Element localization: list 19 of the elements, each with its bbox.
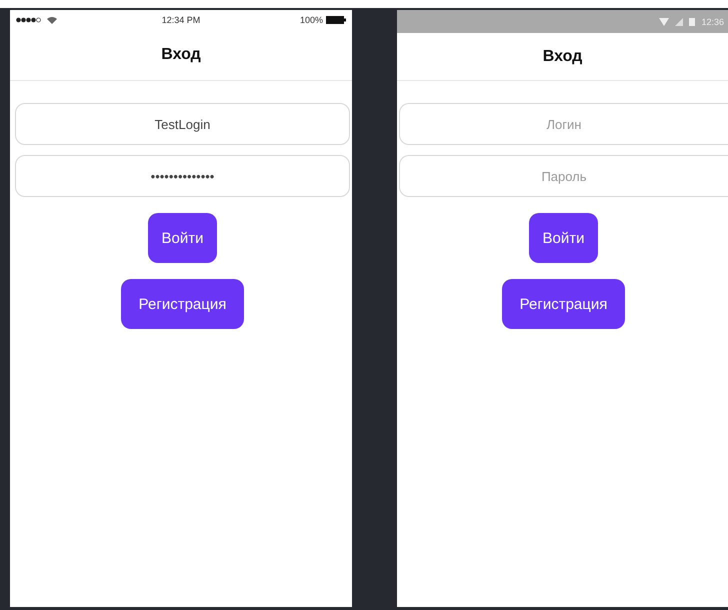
wifi-icon <box>47 16 57 24</box>
screen-title: Вход <box>161 46 201 64</box>
status-time: 12:34 PM <box>162 15 200 25</box>
login-button[interactable]: Войти <box>528 213 598 263</box>
battery-icon <box>689 17 696 26</box>
screen-title: Вход <box>542 48 582 66</box>
login-button[interactable]: Войти <box>148 213 218 263</box>
input-field[interactable]: Пароль <box>399 155 728 197</box>
input-field[interactable]: TestLogin <box>15 103 350 145</box>
status-time: 12:36 <box>701 16 724 26</box>
battery-level: 100% <box>300 15 323 25</box>
register-button[interactable]: Регистрация <box>120 279 244 329</box>
battery-icon <box>326 16 346 24</box>
input-field[interactable]: Логин <box>399 103 728 145</box>
input-field[interactable]: •••••••••••••• <box>15 155 350 197</box>
signal-icon <box>675 18 684 26</box>
wifi-icon <box>659 18 670 26</box>
signal-icon <box>16 17 42 23</box>
register-button[interactable]: Регистрация <box>502 279 626 329</box>
